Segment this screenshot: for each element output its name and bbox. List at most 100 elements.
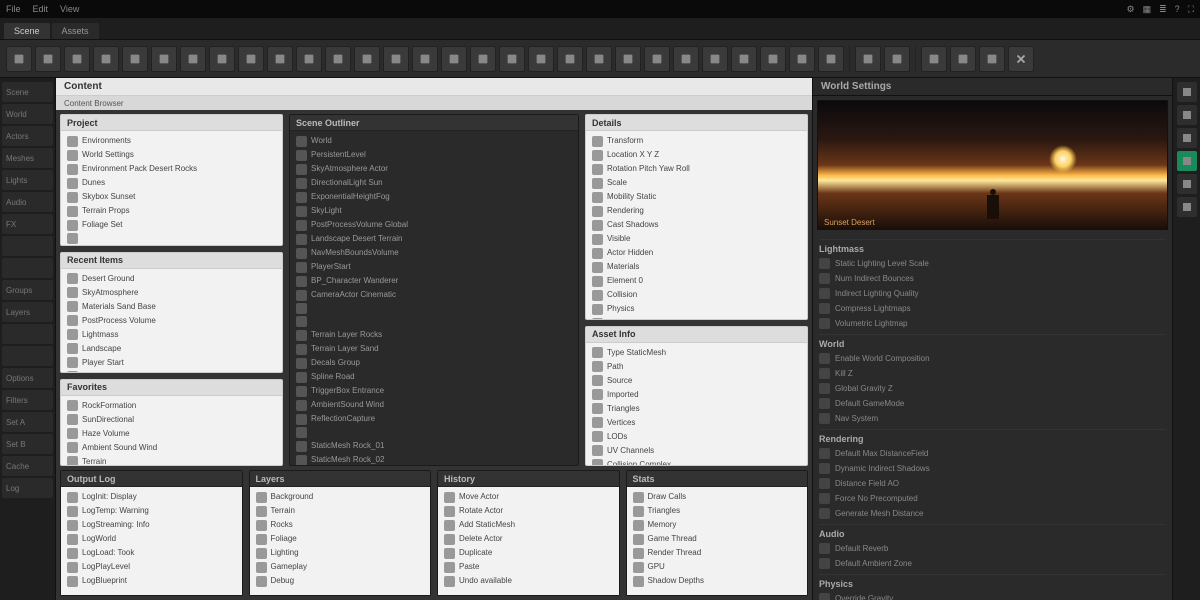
list-item[interactable]: Imported	[590, 388, 803, 402]
property-row[interactable]: Kill Z	[819, 366, 1166, 381]
outliner-row[interactable]: PersistentLevel	[294, 148, 574, 162]
outliner-row[interactable]: Decals Group	[294, 356, 574, 370]
sidebar-item-4[interactable]: Lights	[2, 170, 53, 190]
log-item[interactable]: Background	[254, 490, 427, 504]
clone-tool[interactable]	[209, 46, 235, 72]
property-row[interactable]: Override Gravity	[819, 591, 1166, 600]
sidebar-item-6[interactable]: FX	[2, 214, 53, 234]
fill-tool[interactable]	[296, 46, 322, 72]
sidebar-item-12[interactable]	[2, 346, 53, 366]
world-button[interactable]	[1177, 105, 1197, 125]
camera-tool[interactable]	[586, 46, 612, 72]
property-row[interactable]: Enable World Composition	[819, 351, 1166, 366]
property-row[interactable]: Num Indirect Bounces	[819, 271, 1166, 286]
log-item[interactable]: LogBlueprint	[65, 574, 238, 588]
log-item[interactable]: Rotate Actor	[442, 504, 615, 518]
log-item[interactable]: Undo available	[442, 574, 615, 588]
list-item[interactable]: Materials	[590, 260, 803, 274]
log-item[interactable]: Delete Actor	[442, 532, 615, 546]
log-item[interactable]: Memory	[631, 518, 804, 532]
sidebar-item-11[interactable]	[2, 324, 53, 344]
outliner-row[interactable]: StaticMesh Rock_01	[294, 439, 574, 453]
link-tool[interactable]	[673, 46, 699, 72]
list-item[interactable]: Rendering	[590, 204, 803, 218]
outliner-row[interactable]: Spline Road	[294, 370, 574, 384]
list-item[interactable]: Transform	[590, 134, 803, 148]
list-item[interactable]: Ambient Sound Wind	[65, 441, 278, 455]
sidebar-item-16[interactable]: Set B	[2, 434, 53, 454]
log-item[interactable]: LogWorld	[65, 532, 238, 546]
pick-tool[interactable]	[267, 46, 293, 72]
grid-tool[interactable]	[470, 46, 496, 72]
outliner-row[interactable]: Landscape Desert Terrain	[294, 232, 574, 246]
list-item[interactable]: Mobility Static	[590, 190, 803, 204]
list-item[interactable]: Location X Y Z	[590, 148, 803, 162]
undo-tool[interactable]	[855, 46, 881, 72]
log-item[interactable]: GPU	[631, 560, 804, 574]
outliner-row[interactable]: BP_Character Wanderer	[294, 274, 574, 288]
sidebar-item-5[interactable]: Audio	[2, 192, 53, 212]
list-item[interactable]: Scale	[590, 176, 803, 190]
list-item[interactable]	[65, 232, 278, 245]
rotate-tool[interactable]	[64, 46, 90, 72]
list-item[interactable]: Environment Pack Desert Rocks	[65, 162, 278, 176]
brush-tool[interactable]	[122, 46, 148, 72]
property-row[interactable]: Global Gravity Z	[819, 381, 1166, 396]
log-item[interactable]: LogStreaming: Info	[65, 518, 238, 532]
preset-tool[interactable]	[818, 46, 844, 72]
property-row[interactable]: Dynamic Indirect Shadows	[819, 461, 1166, 476]
list-item[interactable]: Source	[590, 374, 803, 388]
property-row[interactable]: Compress Lightmaps	[819, 301, 1166, 316]
log-item[interactable]: LogTemp: Warning	[65, 504, 238, 518]
snap-tool[interactable]	[412, 46, 438, 72]
details-button[interactable]	[1177, 82, 1197, 102]
light-tool[interactable]	[325, 46, 351, 72]
erase-tool[interactable]	[180, 46, 206, 72]
open-tool[interactable]	[950, 46, 976, 72]
sidebar-item-8[interactable]	[2, 258, 53, 278]
menu-view[interactable]: View	[60, 4, 79, 14]
sidebar-item-2[interactable]: Actors	[2, 126, 53, 146]
outliner-row[interactable]: PostProcessVolume Global	[294, 218, 574, 232]
log-item[interactable]: LogLoad: Took	[65, 546, 238, 560]
sidebar-item-14[interactable]: Filters	[2, 390, 53, 410]
sidebar-item-1[interactable]: World	[2, 104, 53, 124]
list-item[interactable]: LODs	[590, 430, 803, 444]
property-row[interactable]: Generate Mesh Distance	[819, 506, 1166, 521]
outliner-row[interactable]: ExponentialHeightFog	[294, 190, 574, 204]
list-item[interactable]: Environments	[65, 134, 278, 148]
sidebar-item-9[interactable]: Groups	[2, 280, 53, 300]
property-row[interactable]: Default Ambient Zone	[819, 556, 1166, 571]
list-item[interactable]: SunDirectional	[65, 413, 278, 427]
save-tool[interactable]	[921, 46, 947, 72]
path-tool[interactable]	[644, 46, 670, 72]
outliner-row[interactable]: SkyLight	[294, 204, 574, 218]
list-item[interactable]: Physics	[590, 302, 803, 316]
list-item[interactable]: Foliage Set	[65, 218, 278, 232]
menu-edit[interactable]: Edit	[33, 4, 49, 14]
list-item[interactable]: Path	[590, 360, 803, 374]
accent-play-button[interactable]	[1177, 151, 1197, 171]
audio-tool[interactable]	[557, 46, 583, 72]
list-item[interactable]: UV Channels	[590, 444, 803, 458]
expand-icon[interactable]: ⛶	[1188, 4, 1194, 15]
measure-tool[interactable]	[441, 46, 467, 72]
help-icon[interactable]: ?	[1175, 4, 1180, 15]
log-item[interactable]: Render Thread	[631, 546, 804, 560]
outliner-row[interactable]: StaticMesh Rock_02	[294, 453, 574, 465]
sidebar-item-3[interactable]: Meshes	[2, 148, 53, 168]
layers-icon[interactable]: ≣	[1159, 4, 1167, 15]
outliner-row[interactable]: World	[294, 134, 574, 148]
settings-icon[interactable]: ⚙	[1127, 4, 1135, 15]
list-item[interactable]: SkyAtmosphere	[65, 286, 278, 300]
scale-tool[interactable]	[93, 46, 119, 72]
property-row[interactable]: Static Lighting Level Scale	[819, 256, 1166, 271]
list-item[interactable]: Vertices	[590, 416, 803, 430]
sidebar-item-18[interactable]: Log	[2, 478, 53, 498]
tools-button[interactable]	[1177, 197, 1197, 217]
list-item[interactable]: Element 0	[590, 274, 803, 288]
list-item[interactable]: Collision Complex	[590, 458, 803, 465]
list-item[interactable]: Dunes	[65, 176, 278, 190]
volume-tool[interactable]	[499, 46, 525, 72]
sidebar-item-15[interactable]: Set A	[2, 412, 53, 432]
